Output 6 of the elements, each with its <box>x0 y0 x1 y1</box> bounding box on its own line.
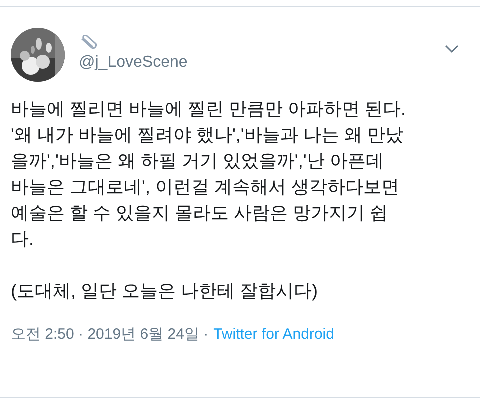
timestamp: 오전 2:50 · 2019년 6월 24일 · <box>11 325 209 345</box>
user-handle[interactable]: @j_LoveScene <box>79 53 188 73</box>
chevron-down-icon[interactable] <box>445 45 459 54</box>
tweet-text: (도대체, 일단 오늘은 나한테 잘합시다) <box>11 280 319 303</box>
tweet-text: 바늘에 찔리면 바늘에 찔린 만큼만 아파하면 된다. '왜 내가 바늘에 찔려야 했나','바늘과 나는 왜 만났 을까','바늘은 왜 하필 거기 있었을까','난 아픈데 바늘은 그대로네', 이런걸 계속해서 생각하다보면 예술은 할 수 있을지 몰라도 사람은 망가지기 쉽 다. <box>11 98 408 251</box>
source-link[interactable]: Twitter for Android <box>214 324 334 346</box>
